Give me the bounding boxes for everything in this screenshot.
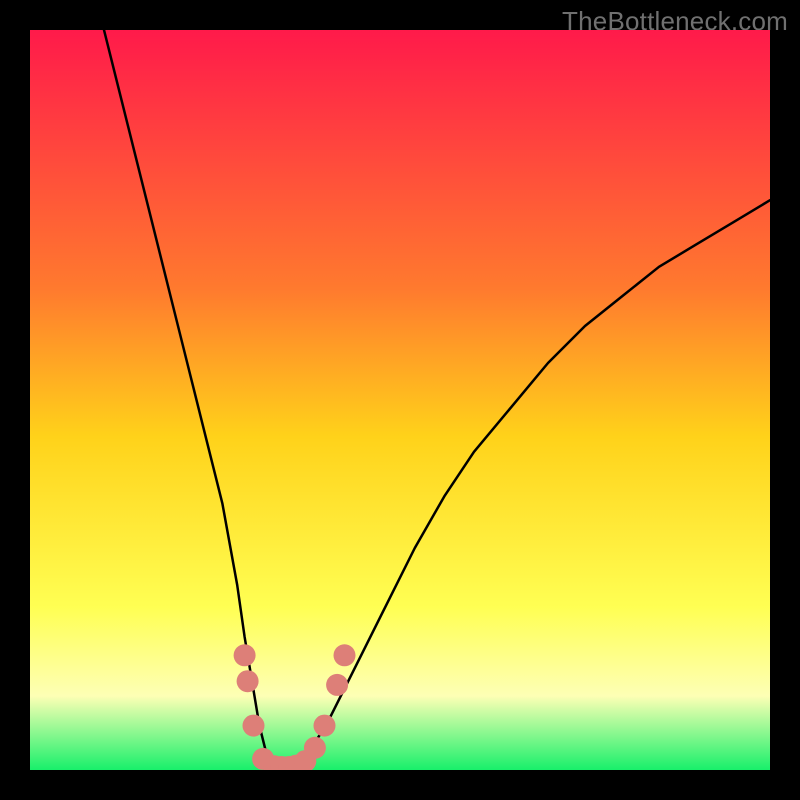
data-marker [334, 644, 356, 666]
data-marker [314, 715, 336, 737]
data-marker [234, 644, 256, 666]
chart-frame: TheBottleneck.com [0, 0, 800, 800]
gradient-background [30, 30, 770, 770]
plot-svg [30, 30, 770, 770]
data-marker [304, 737, 326, 759]
data-marker [326, 674, 348, 696]
data-marker [243, 715, 265, 737]
plot-area [30, 30, 770, 770]
data-marker [237, 670, 259, 692]
